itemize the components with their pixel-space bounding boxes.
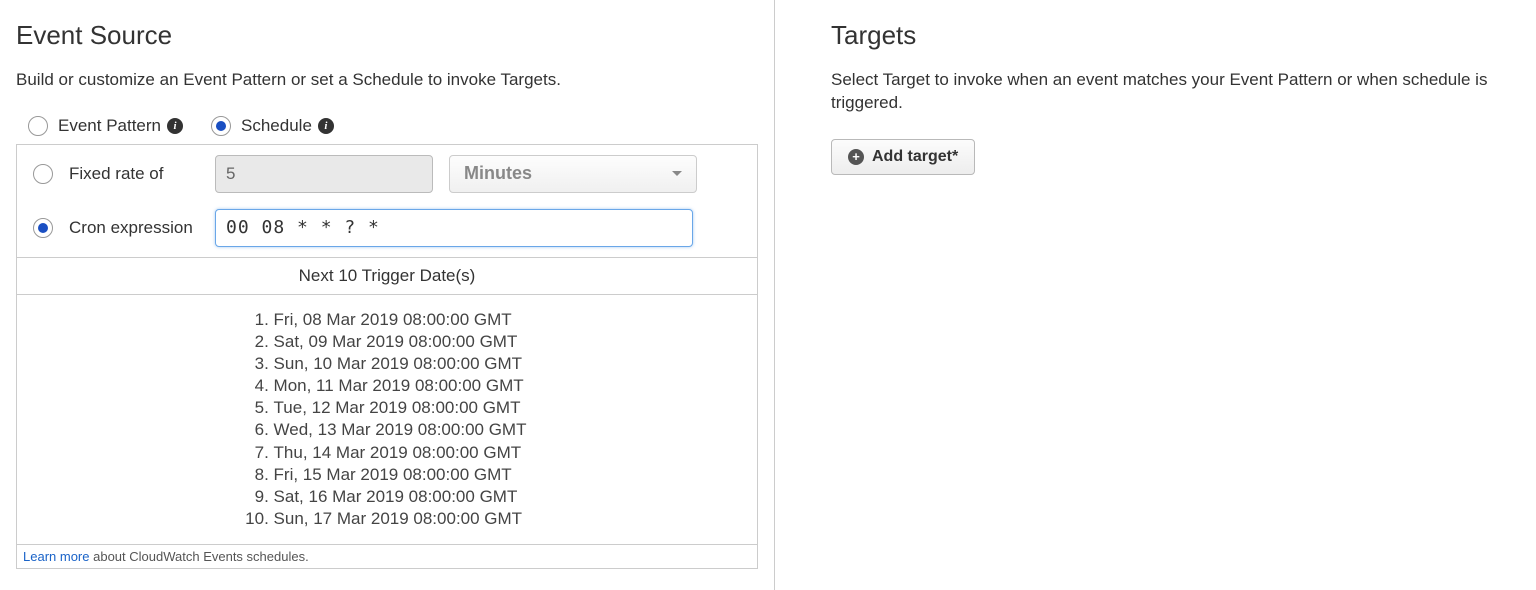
chevron-down-icon	[672, 171, 682, 176]
trigger-date-item: Sun, 17 Mar 2019 08:00:00 GMT	[274, 508, 527, 530]
cron-row: Cron expression	[17, 203, 757, 257]
event-source-description: Build or customize an Event Pattern or s…	[16, 69, 758, 92]
trigger-date-item: Thu, 14 Mar 2019 08:00:00 GMT	[274, 442, 527, 464]
add-target-button[interactable]: + Add target*	[831, 139, 975, 175]
trigger-date-item: Fri, 08 Mar 2019 08:00:00 GMT	[274, 309, 527, 331]
next-triggers-header: Next 10 Trigger Date(s)	[17, 257, 757, 295]
trigger-date-item: Fri, 15 Mar 2019 08:00:00 GMT	[274, 464, 527, 486]
learn-more-link[interactable]: Learn more	[23, 549, 89, 564]
schedule-radio-group[interactable]: Schedule i	[211, 116, 334, 136]
targets-title: Targets	[831, 20, 1520, 51]
learn-more-row: Learn more about CloudWatch Events sched…	[17, 544, 757, 568]
schedule-label: Schedule i	[241, 116, 334, 136]
trigger-date-item: Sat, 16 Mar 2019 08:00:00 GMT	[274, 486, 527, 508]
trigger-date-item: Sun, 10 Mar 2019 08:00:00 GMT	[274, 353, 527, 375]
fixed-rate-row: Fixed rate of Minutes	[17, 145, 757, 203]
schedule-panel: Fixed rate of Minutes Cron expression Ne…	[16, 144, 758, 569]
targets-description: Select Target to invoke when an event ma…	[831, 69, 1520, 115]
cron-radio[interactable]	[33, 218, 53, 238]
fixed-rate-radio[interactable]	[33, 164, 53, 184]
event-pattern-radio-group[interactable]: Event Pattern i	[28, 116, 183, 136]
learn-more-text: about CloudWatch Events schedules.	[93, 549, 309, 564]
event-pattern-radio[interactable]	[28, 116, 48, 136]
event-source-column: Event Source Build or customize an Event…	[0, 0, 775, 590]
fixed-rate-unit-value: Minutes	[464, 163, 532, 184]
info-icon[interactable]: i	[167, 118, 183, 134]
fixed-rate-value-input[interactable]	[215, 155, 433, 193]
info-icon[interactable]: i	[318, 118, 334, 134]
trigger-date-item: Tue, 12 Mar 2019 08:00:00 GMT	[274, 397, 527, 419]
event-source-title: Event Source	[16, 20, 758, 51]
trigger-date-item: Mon, 11 Mar 2019 08:00:00 GMT	[274, 375, 527, 397]
schedule-radio[interactable]	[211, 116, 231, 136]
fixed-rate-unit-select[interactable]: Minutes	[449, 155, 697, 193]
targets-column: Targets Select Target to invoke when an …	[775, 0, 1536, 590]
cron-label: Cron expression	[69, 218, 199, 238]
fixed-rate-label: Fixed rate of	[69, 164, 199, 184]
event-pattern-label: Event Pattern i	[58, 116, 183, 136]
plus-circle-icon: +	[848, 149, 864, 165]
add-target-label: Add target*	[872, 148, 958, 166]
cron-expression-input[interactable]	[215, 209, 693, 247]
next-triggers-list: Fri, 08 Mar 2019 08:00:00 GMTSat, 09 Mar…	[17, 295, 757, 544]
trigger-date-item: Wed, 13 Mar 2019 08:00:00 GMT	[274, 419, 527, 441]
mode-radio-row: Event Pattern i Schedule i	[28, 116, 758, 136]
trigger-date-item: Sat, 09 Mar 2019 08:00:00 GMT	[274, 331, 527, 353]
